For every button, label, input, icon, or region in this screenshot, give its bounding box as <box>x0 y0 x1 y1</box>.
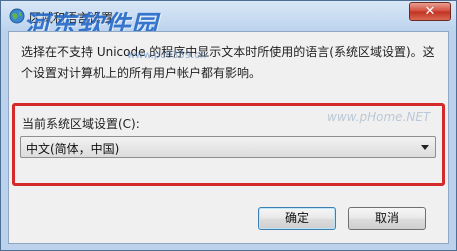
description-line-1: 选择在不支持 Unicode 的程序中显示文本时所使用的语言(系统区域设置)。这 <box>21 45 435 59</box>
description: 选择在不支持 Unicode 的程序中显示文本时所使用的语言(系统区域设置)。这… <box>21 42 439 84</box>
watermark-site-large: www.pHome.NET <box>327 110 431 124</box>
watermark-site-small: www.pc0359.cn <box>127 50 207 61</box>
dialog-body: 选择在不支持 Unicode 的程序中显示文本时所使用的语言(系统区域设置)。这… <box>8 31 449 244</box>
description-line-2: 个设置对计算机上的所有用户帐户都有影响。 <box>21 66 262 80</box>
locale-label: 当前系统区域设置(C): <box>22 117 140 131</box>
chevron-down-icon[interactable] <box>421 145 429 150</box>
system-locale-select[interactable]: 中文(简体，中国) <box>20 136 436 158</box>
close-button[interactable]: ✕ <box>409 2 451 21</box>
title-bar[interactable]: 区域和语言设置 河东软件园 ✕ <box>1 1 456 41</box>
cancel-button[interactable]: 取消 <box>348 207 426 230</box>
close-icon: ✕ <box>424 4 436 19</box>
ok-button[interactable]: 确定 <box>258 207 336 230</box>
system-locale-value: 中文(简体，中国) <box>26 142 120 156</box>
region-language-dialog: 区域和语言设置 河东软件园 ✕ 选择在不支持 Unicode 的程序中显示文本时… <box>0 0 457 251</box>
